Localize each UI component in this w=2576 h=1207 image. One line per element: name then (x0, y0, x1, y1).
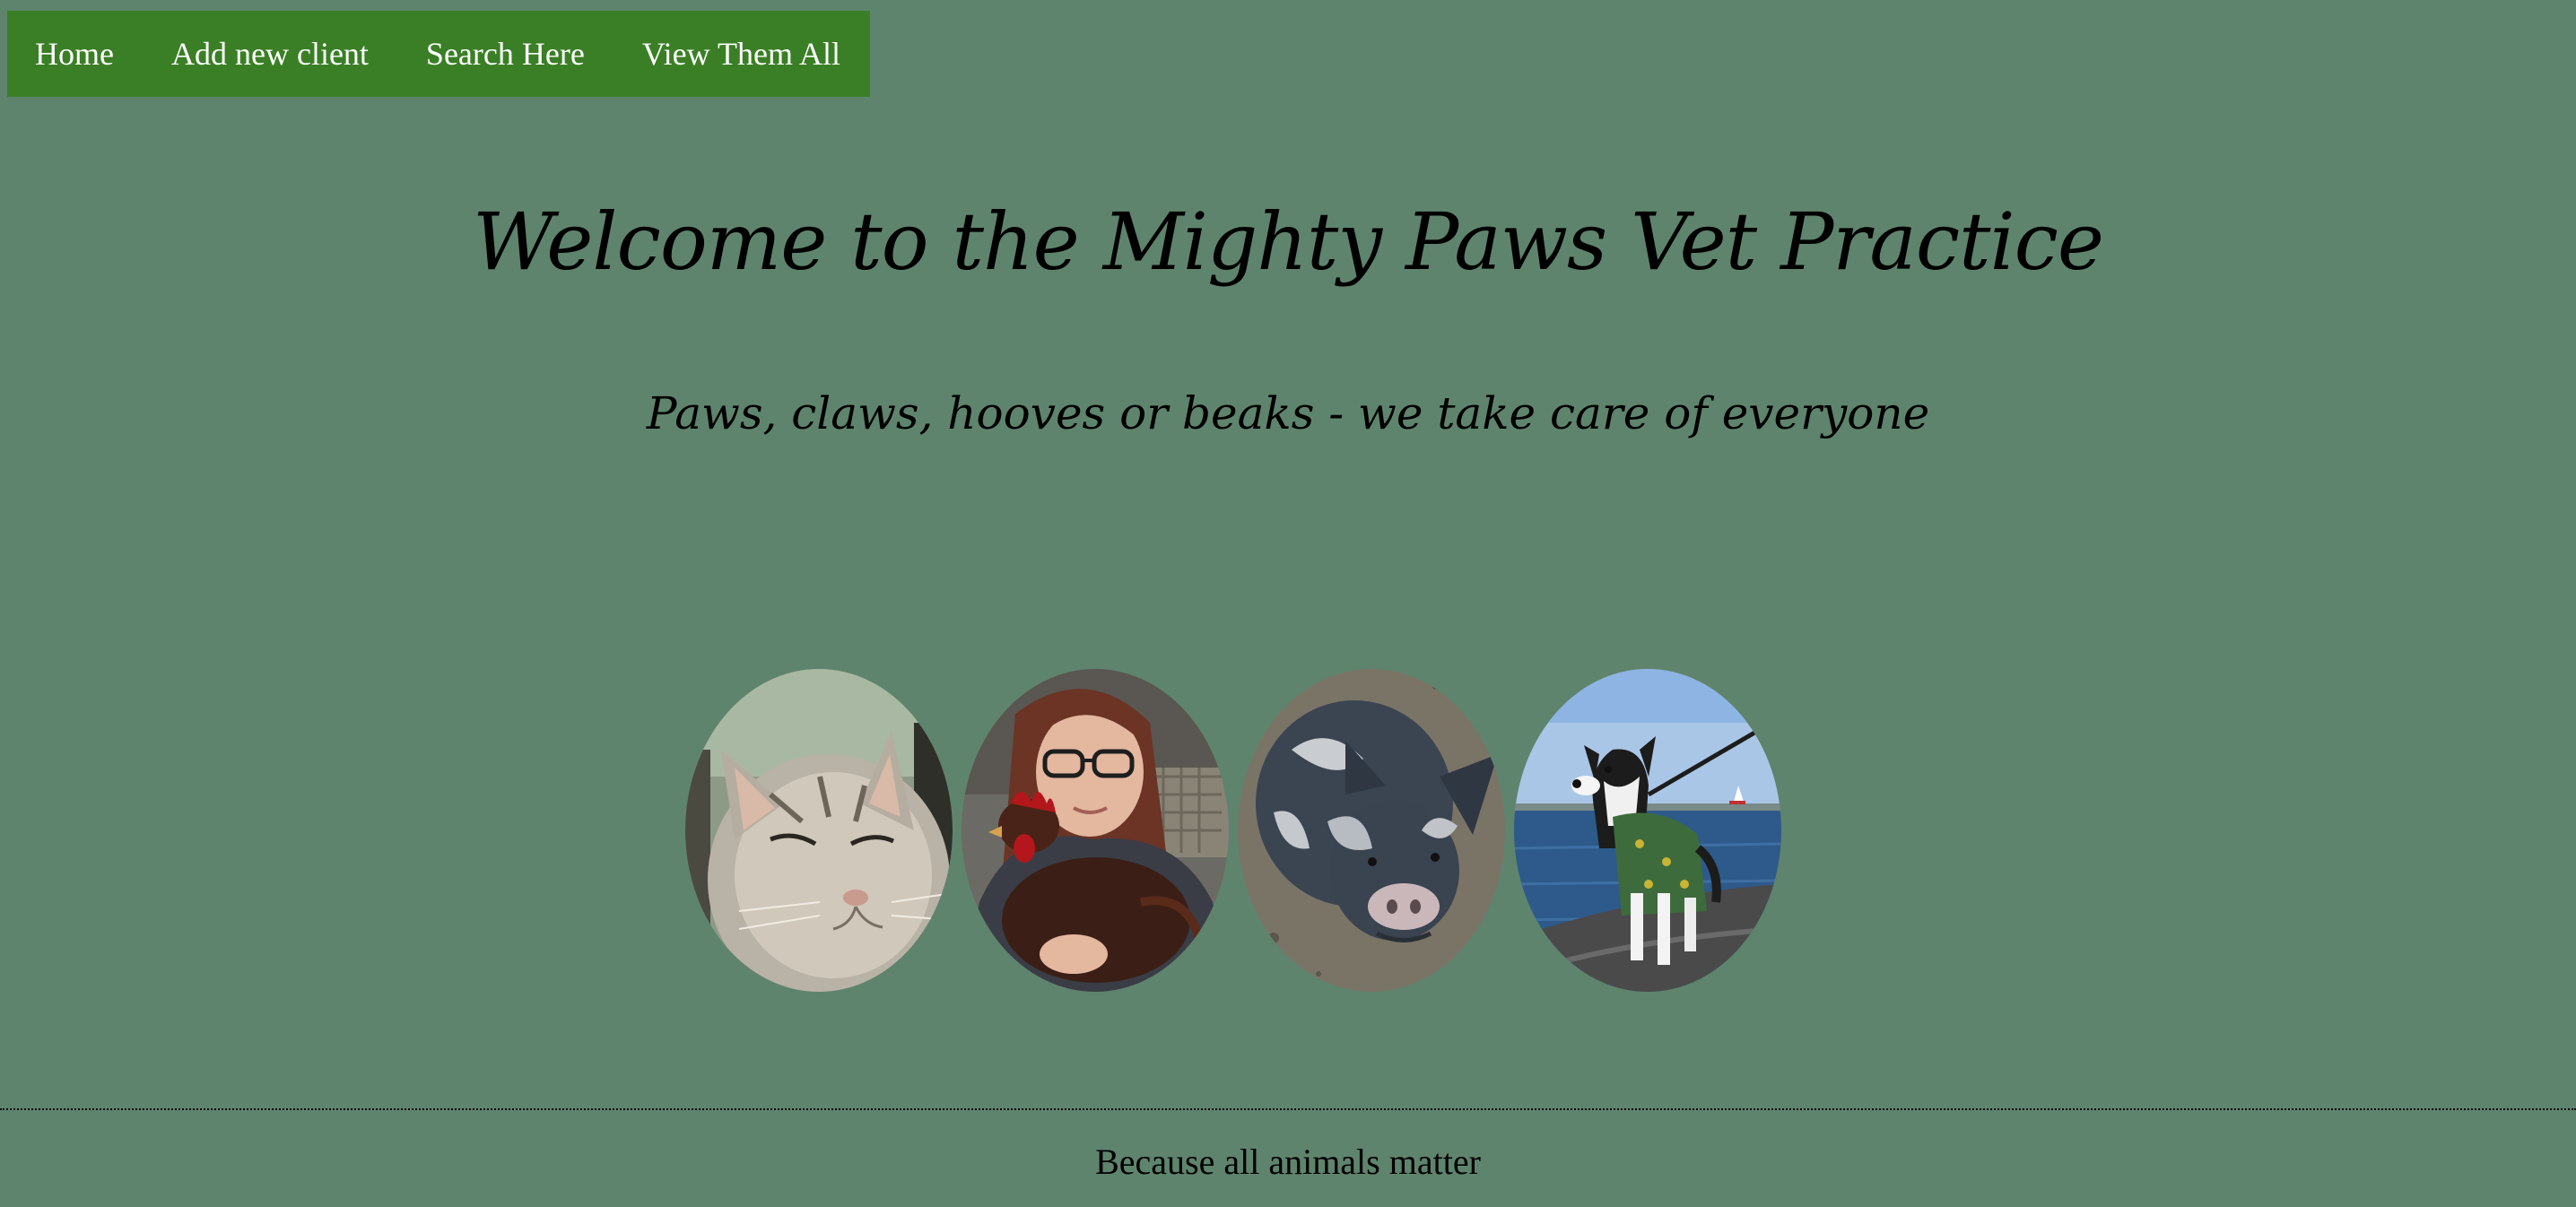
cat-photo (685, 669, 953, 992)
nav-link-search-here[interactable]: Search Here (397, 11, 614, 97)
nav-link-add-new-client[interactable]: Add new client (143, 11, 397, 97)
pig-photo (1238, 669, 1505, 992)
top-navbar: Home Add new client Search Here View The… (7, 11, 870, 97)
page-title: Welcome to the Mighty Paws Vet Practice (473, 195, 2104, 288)
nav-link-view-them-all[interactable]: View Them All (614, 11, 869, 97)
dog-photo (1514, 669, 1781, 992)
woman-with-chicken-photo (962, 669, 1229, 992)
page-subtitle: Paws, claws, hooves or beaks - we take c… (646, 387, 1930, 439)
footer-divider (0, 1108, 2576, 1110)
photo-gallery (0, 669, 2576, 992)
footer-tagline: Because all animals matter (1095, 1142, 1481, 1182)
page: Home Add new client Search Here View The… (0, 0, 2576, 1207)
nav-link-home[interactable]: Home (7, 11, 143, 97)
